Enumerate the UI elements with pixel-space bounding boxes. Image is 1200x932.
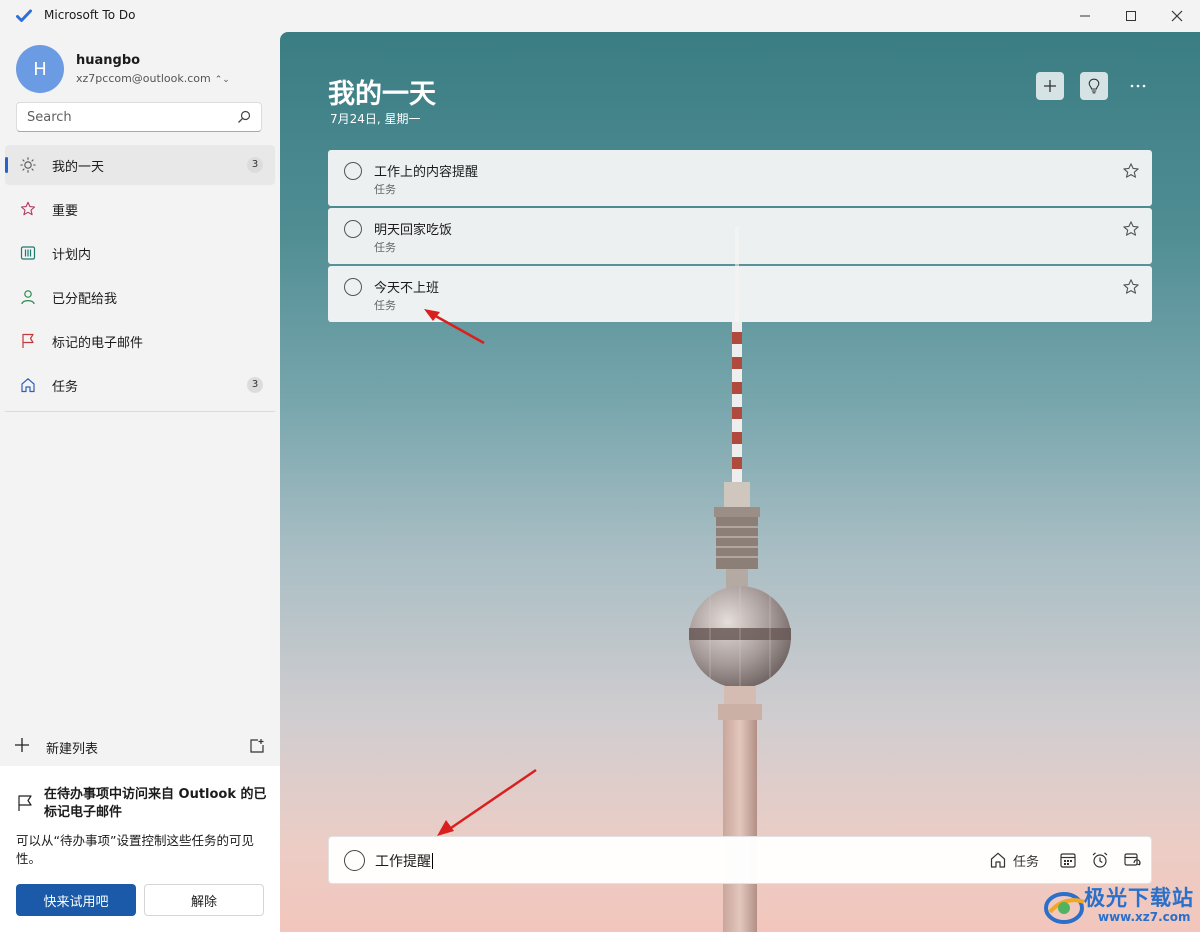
- avatar[interactable]: H: [16, 45, 64, 93]
- sidebar-item-label: 标记的电子邮件: [52, 336, 144, 351]
- page-title: 我的一天: [328, 79, 436, 110]
- minimize-icon: [1080, 15, 1090, 17]
- flag-icon: [22, 333, 34, 348]
- divider: [5, 411, 275, 412]
- task-item[interactable]: 明天回家吃饭 任务: [328, 208, 1152, 264]
- sidebar-item-label: 任务: [52, 380, 79, 395]
- text-caret: [432, 853, 433, 869]
- sidebar-item-my-day[interactable]: 我的一天 3: [5, 145, 275, 185]
- lightbulb-icon: [1088, 78, 1100, 94]
- close-button[interactable]: [1154, 0, 1200, 32]
- task-list-name: 任务: [374, 241, 396, 254]
- maximize-icon: [1126, 11, 1136, 21]
- complete-checkbox[interactable]: [344, 162, 362, 180]
- sidebar-item-assigned[interactable]: 已分配给我: [5, 277, 275, 317]
- sidebar: H huangbo xz7pccom@outlook.com ⌃⌄ Search …: [0, 32, 280, 932]
- new-list-row[interactable]: 新建列表: [0, 732, 280, 762]
- sidebar-item-label: 已分配给我: [52, 292, 118, 307]
- star-icon[interactable]: [1122, 278, 1140, 296]
- more-options-button[interactable]: [1126, 72, 1150, 100]
- plus-icon: [15, 738, 29, 752]
- add-task-circle: [344, 850, 365, 871]
- add-task-list-label[interactable]: 任务: [1013, 851, 1039, 870]
- calendar-icon: [20, 246, 36, 260]
- due-date-icon[interactable]: [1059, 851, 1077, 869]
- promo-body: 可以从“待办事项”设置控制这些任务的可见性。: [16, 833, 254, 866]
- promo-title: 在待办事项中访问来自 Outlook 的已标记电子邮件: [44, 787, 267, 820]
- add-task-value: 工作提醒: [375, 854, 431, 870]
- user-email-row[interactable]: xz7pccom@outlook.com ⌃⌄: [76, 72, 230, 85]
- suggestions-button[interactable]: [1080, 72, 1108, 100]
- task-item[interactable]: 今天不上班 任务: [328, 266, 1152, 322]
- flag-icon: [18, 795, 32, 811]
- star-icon[interactable]: [1122, 162, 1140, 180]
- sidebar-item-label: 计划内: [52, 248, 92, 263]
- more-icon: [1130, 84, 1146, 88]
- watermark-name: 极光下载站: [1084, 886, 1194, 910]
- add-task-bar[interactable]: 工作提醒 任务: [328, 836, 1152, 884]
- search-placeholder: Search: [27, 110, 72, 125]
- sidebar-item-planned[interactable]: 计划内: [5, 233, 275, 273]
- add-suggestion-button[interactable]: [1036, 72, 1064, 100]
- sidebar-item-label: 重要: [52, 204, 79, 219]
- user-name[interactable]: huangbo: [76, 53, 140, 68]
- task-item[interactable]: 工作上的内容提醒 任务: [328, 150, 1152, 206]
- sidebar-item-label: 我的一天: [52, 160, 105, 175]
- sun-icon: [20, 157, 36, 173]
- new-list-label: 新建列表: [46, 742, 99, 757]
- task-title: 今天不上班: [374, 281, 440, 296]
- search-box[interactable]: Search: [16, 102, 262, 132]
- home-icon[interactable]: [989, 851, 1007, 869]
- window-title: Microsoft To Do: [44, 8, 136, 22]
- alarm-clock-icon[interactable]: [1091, 851, 1109, 869]
- task-list-name: 任务: [374, 183, 396, 196]
- complete-checkbox[interactable]: [344, 220, 362, 238]
- user-email: xz7pccom@outlook.com: [76, 72, 211, 85]
- sidebar-nav: 我的一天 3 重要 计划内 已分配给我 标记的电子邮件 任务 3: [5, 145, 275, 409]
- sidebar-item-flagged-email[interactable]: 标记的电子邮件: [5, 321, 275, 361]
- person-icon: [21, 290, 35, 305]
- todo-logo-icon: [16, 9, 32, 22]
- task-list-name: 任务: [374, 299, 396, 312]
- try-it-button[interactable]: 快来试用吧: [16, 884, 136, 916]
- watermark-url: www.xz7.com: [1098, 910, 1191, 924]
- maximize-button[interactable]: [1108, 0, 1154, 32]
- home-icon: [21, 378, 35, 393]
- count-badge: 3: [247, 377, 263, 393]
- star-icon: [20, 201, 36, 216]
- sidebar-item-important[interactable]: 重要: [5, 189, 275, 229]
- plus-icon: [1044, 80, 1056, 92]
- task-title: 明天回家吃饭: [374, 223, 453, 238]
- complete-checkbox[interactable]: [344, 278, 362, 296]
- outlook-promo-card: 在待办事项中访问来自 Outlook 的已标记电子邮件 可以从“待办事项”设置控…: [0, 766, 280, 932]
- account-switch-icon: ⌃⌄: [214, 75, 230, 85]
- task-list: 工作上的内容提醒 任务 明天回家吃饭 任务 今天不上班 任务: [328, 150, 1152, 324]
- new-group-icon[interactable]: [249, 738, 265, 754]
- minimize-button[interactable]: [1062, 0, 1108, 32]
- close-icon: [1171, 10, 1183, 22]
- page-date: 7月24日, 星期一: [330, 112, 421, 126]
- star-icon[interactable]: [1122, 220, 1140, 238]
- count-badge: 3: [247, 157, 263, 173]
- sidebar-item-tasks[interactable]: 任务 3: [5, 365, 275, 405]
- title-bar: Microsoft To Do: [0, 0, 1200, 32]
- task-title: 工作上的内容提醒: [374, 165, 479, 180]
- repeat-icon[interactable]: [1123, 851, 1141, 869]
- main-pane: 我的一天 7月24日, 星期一 工作上的内容提醒 任务 明天回家吃饭 任务 今天…: [280, 32, 1200, 932]
- search-icon: [238, 110, 251, 123]
- dismiss-button[interactable]: 解除: [144, 884, 264, 916]
- add-task-input[interactable]: 工作提醒: [375, 851, 433, 871]
